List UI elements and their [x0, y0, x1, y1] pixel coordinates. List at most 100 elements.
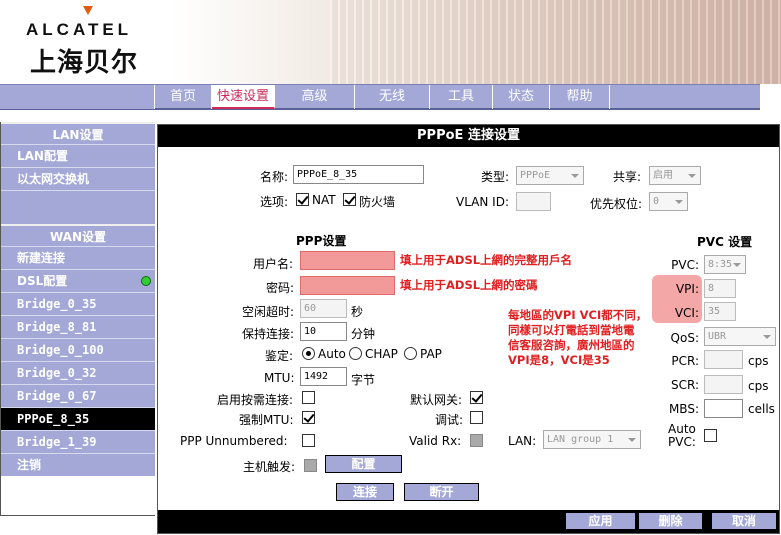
header-banner: ALCATEL 上海贝尔 — [0, 0, 781, 84]
auth-chap-label: CHAP — [365, 347, 398, 361]
nav-wireless[interactable]: 无线 — [355, 85, 430, 109]
cancel-button[interactable]: 取消 — [711, 512, 777, 530]
sidebar-item-lan-config[interactable]: LAN配置 — [1, 144, 155, 167]
nat-label: NAT — [312, 193, 336, 207]
auto-pvc-checkbox[interactable] — [704, 429, 717, 442]
priority-label: 优先权位: — [590, 197, 643, 211]
firewall-label: 防火墙 — [359, 195, 396, 209]
nav-help[interactable]: 帮助 — [550, 85, 610, 109]
scr-input[interactable] — [704, 375, 743, 394]
vpi-note-line1: 每地區的VPI VCI都不同， — [508, 308, 648, 322]
apply-button[interactable]: 应用 — [565, 512, 636, 530]
force-mtu-checkbox[interactable] — [302, 411, 315, 424]
auth-auto-label: Auto — [318, 347, 346, 361]
debug-checkbox[interactable] — [470, 411, 483, 424]
idle-timeout-unit: 秒 — [351, 305, 364, 319]
ppp-section-title: PPP设置 — [296, 234, 347, 248]
vpi-note-line3: 信客服咨詢，廣州地區的 — [508, 338, 635, 352]
options-label: 选项: — [260, 195, 289, 209]
vpi-note-line4: VPI是8，VCI是35 — [508, 353, 610, 367]
nav-home[interactable]: 首页 — [155, 85, 212, 109]
keepalive-unit: 分钟 — [351, 327, 376, 341]
name-label: 名称: — [260, 170, 289, 184]
sidebar-item-bridge-0-32[interactable]: Bridge_0_32 — [1, 361, 155, 384]
sidebar-item-bridge-8-81[interactable]: Bridge_8_81 — [1, 315, 155, 338]
default-gateway-checkbox[interactable] — [470, 391, 483, 404]
sidebar-item-new-connection[interactable]: 新建连接 — [1, 246, 155, 269]
vpi-label: VPI: — [675, 282, 699, 296]
mtu-input[interactable]: 1492 — [300, 367, 347, 386]
nat-checkbox[interactable] — [296, 193, 309, 206]
on-demand-checkbox[interactable] — [302, 391, 315, 404]
lan-label: LAN: — [508, 434, 537, 448]
ppp-unnumbered-checkbox[interactable] — [302, 434, 315, 447]
sidebar-item-bridge-0-67[interactable]: Bridge_0_67 — [1, 384, 155, 407]
username-input[interactable] — [300, 251, 395, 270]
sidebar-item-logout[interactable]: 注销 — [1, 453, 155, 476]
firewall-checkbox[interactable] — [343, 193, 356, 206]
logo-mark-icon — [83, 6, 93, 15]
vpi-note-line2: 同樣可以打電話到當地電 — [508, 323, 635, 337]
share-select[interactable]: 启用 — [649, 166, 701, 185]
password-input[interactable] — [300, 276, 395, 295]
nav-status[interactable]: 状态 — [493, 85, 550, 109]
sidebar-item-pppoe-8-35[interactable]: PPPoE_8_35 — [1, 407, 155, 430]
footer-action-bar: 应用 删除 取消 — [158, 510, 779, 533]
delete-button[interactable]: 删除 — [638, 512, 703, 530]
vpi-input[interactable]: 8 — [704, 279, 736, 298]
share-label: 共享: — [613, 170, 642, 184]
host-trigger-checkbox[interactable] — [304, 459, 317, 472]
pppoe-settings-panel: PPPoE 连接设置 名称: PPPoE_8_35 类型: PPPoE 共享: … — [157, 124, 780, 534]
host-trigger-label: 主机触发: — [243, 460, 296, 474]
auth-pap-label: PAP — [420, 347, 442, 361]
connect-button[interactable]: 连接 — [336, 483, 394, 501]
sidebar-item-bridge-0-100[interactable]: Bridge_0_100 — [1, 338, 155, 361]
auth-chap-radio[interactable] — [349, 347, 362, 360]
sidebar-header-wan: WAN设置 — [1, 224, 155, 246]
keepalive-label: 保持连接: — [242, 327, 295, 341]
idle-timeout-input[interactable]: 60 — [300, 299, 347, 318]
auth-pap-radio[interactable] — [404, 347, 417, 360]
type-label: 类型: — [481, 170, 510, 184]
page-title: PPPoE 连接设置 — [158, 125, 779, 147]
auth-label: 鉴定: — [265, 349, 294, 363]
vci-input[interactable]: 35 — [704, 302, 736, 321]
pcr-input[interactable] — [704, 350, 743, 369]
nav-tools[interactable]: 工具 — [430, 85, 493, 109]
nav-quick-setup[interactable]: 快速设置 — [212, 85, 275, 109]
scr-label: SCR: — [670, 378, 699, 392]
mtu-label: MTU: — [264, 371, 295, 385]
brand-logo-chinese: 上海贝尔 — [30, 48, 139, 77]
sidebar-item-ethernet-switch[interactable]: 以太网交换机 — [1, 167, 155, 190]
qos-label: QoS: — [670, 331, 699, 345]
type-select[interactable]: PPPoE — [516, 166, 584, 185]
password-annotation: 填上用于ADSL上網的密碼 — [400, 278, 538, 292]
debug-label: 调试: — [435, 413, 464, 427]
sidebar-item-bridge-0-35[interactable]: Bridge_0_35 — [1, 292, 155, 315]
nav-advanced[interactable]: 高级 — [275, 85, 355, 109]
auth-auto-radio[interactable] — [302, 347, 315, 360]
sidebar-header-lan: LAN设置 — [1, 122, 155, 144]
pvc-label: PVC: — [671, 258, 699, 272]
auto-pvc-label: Auto PVC: — [668, 422, 696, 449]
brand-logo: ALCATEL — [26, 20, 133, 39]
vlan-id-input[interactable] — [516, 192, 551, 211]
disconnect-button[interactable]: 断开 — [404, 483, 479, 501]
config-button[interactable]: 配置 — [325, 455, 402, 473]
password-label: 密码: — [266, 281, 295, 295]
name-input[interactable]: PPPoE_8_35 — [293, 165, 424, 184]
pvc-select[interactable]: 8:35 — [704, 255, 746, 274]
keepalive-input[interactable]: 10 — [300, 322, 347, 341]
priority-select[interactable]: 0 — [649, 192, 688, 211]
username-label: 用户名: — [253, 257, 294, 271]
status-dot-icon — [141, 276, 151, 286]
qos-select[interactable]: UBR — [704, 327, 776, 346]
valid-rx-checkbox[interactable] — [470, 434, 483, 447]
sidebar-item-dsl-config[interactable]: DSL配置 — [1, 269, 155, 292]
ppp-unnumbered-label: PPP Unnumbered: — [180, 434, 288, 448]
top-nav: 首页 快速设置 高级 无线 工具 状态 帮助 — [0, 84, 760, 110]
username-annotation: 填上用于ADSL上網的完整用戶名 — [400, 253, 573, 267]
sidebar-item-bridge-1-39[interactable]: Bridge_1_39 — [1, 430, 155, 453]
mbs-input[interactable] — [704, 399, 743, 418]
lan-group-select[interactable]: LAN group 1 — [543, 430, 641, 449]
